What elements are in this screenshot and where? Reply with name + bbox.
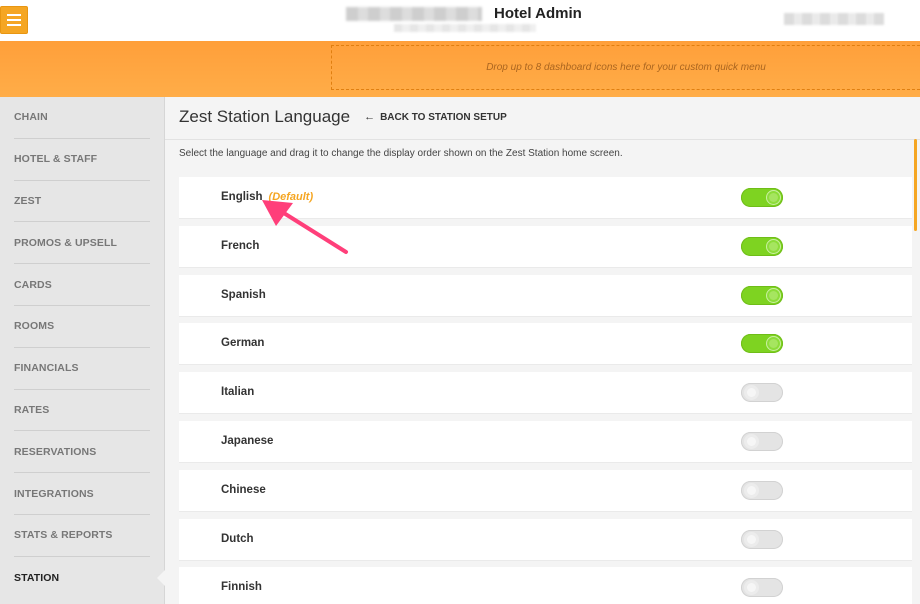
page-header: Zest Station Language ← BACK TO STATION … bbox=[179, 107, 507, 127]
language-name: English bbox=[221, 191, 263, 203]
back-link-label: BACK TO STATION SETUP bbox=[380, 111, 507, 123]
language-name: Finnish bbox=[221, 581, 262, 594]
language-row-japanese[interactable]: Japanese bbox=[179, 420, 912, 463]
language-row-spanish[interactable]: Spanish bbox=[179, 274, 912, 317]
language-name: Italian bbox=[221, 386, 255, 399]
language-toggle-chinese[interactable] bbox=[741, 480, 783, 500]
sidebar-item-zest[interactable]: ZEST bbox=[14, 181, 150, 223]
language-toggle-finnish[interactable] bbox=[741, 578, 783, 598]
sidebar-item-reservations[interactable]: RESERVATIONS bbox=[14, 431, 150, 474]
language-name: Chinese bbox=[221, 483, 266, 496]
arrow-left-icon: ← bbox=[364, 111, 376, 123]
main-content: Zest Station Language ← BACK TO STATION … bbox=[165, 97, 920, 604]
scrollbar-thumb[interactable] bbox=[914, 139, 917, 231]
redacted-hotel-name bbox=[346, 7, 482, 21]
language-toggle-french[interactable] bbox=[741, 236, 783, 256]
language-row-finnish[interactable]: Finnish bbox=[179, 567, 912, 604]
language-name: German bbox=[221, 337, 265, 350]
language-toggle-german[interactable] bbox=[741, 334, 783, 354]
language-toggle-spanish[interactable] bbox=[741, 285, 783, 305]
page-title: Zest Station Language bbox=[179, 107, 351, 126]
language-name: Dutch bbox=[221, 532, 254, 545]
sidebar-item-station[interactable]: STATION bbox=[14, 557, 150, 599]
default-badge: (Default) bbox=[268, 191, 314, 203]
language-list: English (Default) French Spanish German I… bbox=[179, 177, 912, 604]
language-toggle-italian[interactable] bbox=[741, 383, 783, 403]
language-row-english[interactable]: English (Default) bbox=[179, 177, 912, 219]
redacted-subtitle bbox=[394, 24, 536, 32]
language-name: Japanese bbox=[221, 434, 274, 447]
sidebar-item-hotel-staff[interactable]: HOTEL & STAFF bbox=[14, 139, 150, 181]
sidebar-item-rooms[interactable]: ROOMS bbox=[14, 306, 150, 348]
sidebar-item-integrations[interactable]: INTEGRATIONS bbox=[14, 473, 150, 515]
menu-icon bbox=[7, 14, 21, 16]
redacted-user-info[interactable] bbox=[784, 13, 884, 25]
drop-zone-hint: Drop up to 8 dashboard icons here for yo… bbox=[486, 62, 766, 73]
top-header: Hotel Admin bbox=[0, 0, 920, 41]
sidebar: CHAIN HOTEL & STAFF ZEST PROMOS & UPSELL… bbox=[0, 97, 165, 604]
language-name: French bbox=[221, 239, 260, 252]
language-row-french[interactable]: French bbox=[179, 225, 912, 268]
sidebar-item-stats-reports[interactable]: STATS & REPORTS bbox=[14, 515, 150, 557]
language-toggle-japanese[interactable] bbox=[741, 431, 783, 451]
language-name: Spanish bbox=[221, 288, 266, 301]
language-row-german[interactable]: German bbox=[179, 323, 912, 366]
sidebar-item-financials[interactable]: FINANCIALS bbox=[14, 348, 150, 390]
hamburger-menu-button[interactable] bbox=[0, 6, 28, 34]
sidebar-item-cards[interactable]: CARDS bbox=[14, 264, 150, 306]
sidebar-item-chain[interactable]: CHAIN bbox=[14, 97, 150, 139]
sidebar-item-rates[interactable]: RATES bbox=[14, 390, 150, 432]
language-row-dutch[interactable]: Dutch bbox=[179, 518, 912, 561]
back-to-station-setup-link[interactable]: ← BACK TO STATION SETUP bbox=[364, 111, 507, 123]
quick-menu-drop-zone[interactable]: Drop up to 8 dashboard icons here for yo… bbox=[331, 45, 920, 90]
language-row-italian[interactable]: Italian bbox=[179, 372, 912, 415]
instructions-text: Select the language and drag it to chang… bbox=[179, 148, 623, 159]
language-row-chinese[interactable]: Chinese bbox=[179, 469, 912, 512]
app-title: Hotel Admin bbox=[494, 5, 582, 22]
quick-menu-bar: Drop up to 8 dashboard icons here for yo… bbox=[0, 41, 920, 97]
language-toggle-english[interactable] bbox=[741, 188, 783, 207]
sidebar-item-promos-upsell[interactable]: PROMOS & UPSELL bbox=[14, 222, 150, 265]
language-toggle-dutch[interactable] bbox=[741, 529, 783, 549]
header-divider bbox=[165, 139, 920, 140]
